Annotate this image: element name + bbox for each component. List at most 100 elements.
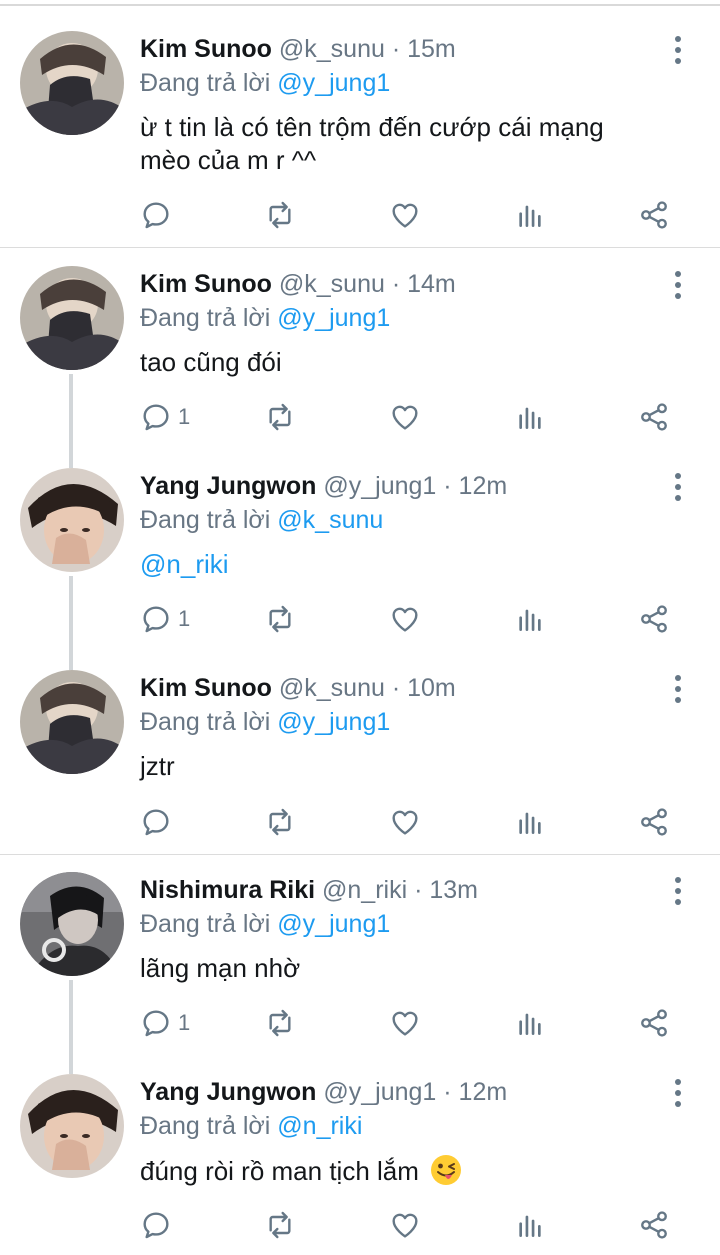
share-icon xyxy=(641,403,667,431)
tweet-divider xyxy=(0,854,720,855)
avatar[interactable] xyxy=(20,1074,124,1178)
tweet[interactable]: Nishimura Riki @n_riki · 13m Đang trả lờ… xyxy=(0,872,720,1052)
replying-to: Đang trả lời @y_jung1 xyxy=(140,906,390,942)
retweet-icon xyxy=(269,605,291,633)
like-button[interactable] xyxy=(389,1205,421,1245)
tweet[interactable]: Kim Sunoo @k_sunu · 14m Đang trả lời @y_… xyxy=(0,266,720,446)
timestamp[interactable]: 12m xyxy=(459,1078,508,1106)
tweet[interactable]: Yang Jungwon @y_jung1 · 12m Đang trả lời… xyxy=(0,468,720,648)
reply-count: 1 xyxy=(178,606,191,631)
retweet-button[interactable] xyxy=(264,599,296,639)
avatar[interactable] xyxy=(20,670,124,774)
reply-count: 1 xyxy=(178,404,191,429)
timestamp[interactable]: 15m xyxy=(407,35,456,63)
timestamp[interactable]: 10m xyxy=(407,674,456,702)
user-handle[interactable]: @y_jung1 xyxy=(323,1078,436,1106)
tweet[interactable]: Kim Sunoo @k_sunu · 15m Đang trả lời @y_… xyxy=(0,31,720,231)
display-name[interactable]: Nishimura Riki xyxy=(140,876,315,904)
retweet-button[interactable] xyxy=(264,1205,296,1245)
display-name[interactable]: Yang Jungwon xyxy=(140,472,316,500)
more-vertical-icon xyxy=(675,877,681,905)
avatar[interactable] xyxy=(20,872,124,976)
timestamp[interactable]: 13m xyxy=(429,876,478,904)
avatar[interactable] xyxy=(20,31,124,135)
display-name[interactable]: Kim Sunoo xyxy=(140,35,272,63)
replying-to-label: Đang trả lời xyxy=(140,69,271,97)
tweet-header: Nishimura Riki @n_riki · 13m xyxy=(140,872,478,908)
retweet-icon xyxy=(269,808,291,836)
share-button[interactable] xyxy=(638,802,670,842)
tweet[interactable]: Kim Sunoo @k_sunu · 10m Đang trả lời @y_… xyxy=(0,670,720,850)
tweet-text: ừ t tin là có tên trộm đến cướp cái mạng… xyxy=(140,111,680,177)
user-handle[interactable]: @k_sunu xyxy=(279,674,385,702)
more-button[interactable] xyxy=(664,470,692,504)
timestamp[interactable]: 14m xyxy=(407,270,456,298)
stats-button[interactable] xyxy=(514,599,546,639)
tweet-text-line: mèo của m r ^^ xyxy=(140,145,317,175)
reply-mention-link[interactable]: @y_jung1 xyxy=(277,304,390,332)
retweet-button[interactable] xyxy=(264,1003,296,1043)
like-button[interactable] xyxy=(389,599,421,639)
stats-button[interactable] xyxy=(514,802,546,842)
reply-mention-link[interactable]: @y_jung1 xyxy=(277,708,390,736)
tweet-mention-link[interactable]: @n_riki xyxy=(140,548,680,581)
more-vertical-icon xyxy=(675,1079,681,1107)
like-button[interactable] xyxy=(389,802,421,842)
tweet-text-line: tao cũng đói xyxy=(140,347,282,377)
more-vertical-icon xyxy=(675,473,681,501)
more-button[interactable] xyxy=(664,268,692,302)
like-button[interactable] xyxy=(389,1003,421,1043)
retweet-icon xyxy=(269,1009,291,1037)
share-button[interactable] xyxy=(638,1205,670,1245)
timestamp[interactable]: 12m xyxy=(459,472,508,500)
reply-mention-link[interactable]: @k_sunu xyxy=(277,506,383,534)
tweet-text: jztr xyxy=(140,750,680,783)
stats-button[interactable] xyxy=(514,1205,546,1245)
avatar[interactable] xyxy=(20,468,124,572)
stats-button[interactable] xyxy=(514,1003,546,1043)
reply-mention-link[interactable]: @y_jung1 xyxy=(277,69,390,97)
share-icon xyxy=(641,808,667,836)
share-button[interactable] xyxy=(638,599,670,639)
heart-icon xyxy=(392,810,418,835)
like-button[interactable] xyxy=(389,397,421,437)
tweet-text: @n_riki xyxy=(140,548,680,581)
retweet-button[interactable] xyxy=(264,397,296,437)
tweet[interactable]: Yang Jungwon @y_jung1 · 12m Đang trả lời… xyxy=(0,1074,720,1255)
reply-icon xyxy=(143,202,169,229)
display-name[interactable]: Kim Sunoo xyxy=(140,270,272,298)
replying-to: Đang trả lời @n_riki xyxy=(140,1108,362,1144)
user-handle[interactable]: @y_jung1 xyxy=(323,472,436,500)
stats-button[interactable] xyxy=(514,195,546,235)
user-handle[interactable]: @n_riki xyxy=(322,876,407,904)
retweet-button[interactable] xyxy=(264,802,296,842)
heart-icon xyxy=(392,405,418,430)
avatar[interactable] xyxy=(20,266,124,370)
share-button[interactable] xyxy=(638,1003,670,1043)
display-name[interactable]: Kim Sunoo xyxy=(140,674,272,702)
reply-button[interactable] xyxy=(140,802,178,842)
more-button[interactable] xyxy=(664,672,692,706)
reply-button[interactable]: 1 xyxy=(140,599,190,639)
more-button[interactable] xyxy=(664,33,692,67)
reply-button[interactable] xyxy=(140,1205,178,1245)
reply-button[interactable]: 1 xyxy=(140,1003,190,1043)
tweet-text-line: jztr xyxy=(140,751,175,781)
user-handle[interactable]: @k_sunu xyxy=(279,270,385,298)
stats-button[interactable] xyxy=(514,397,546,437)
reply-mention-link[interactable]: @n_riki xyxy=(277,1112,362,1140)
tweet-text: tao cũng đói xyxy=(140,346,680,379)
user-handle[interactable]: @k_sunu xyxy=(279,35,385,63)
more-button[interactable] xyxy=(664,1076,692,1110)
like-button[interactable] xyxy=(389,195,421,235)
more-button[interactable] xyxy=(664,874,692,908)
display-name[interactable]: Yang Jungwon xyxy=(140,1078,316,1106)
share-button[interactable] xyxy=(638,195,670,235)
reply-button[interactable] xyxy=(140,195,178,235)
retweet-button[interactable] xyxy=(264,195,296,235)
replying-to-label: Đang trả lời xyxy=(140,304,271,332)
reply-button[interactable]: 1 xyxy=(140,397,190,437)
share-button[interactable] xyxy=(638,397,670,437)
action-bar xyxy=(0,802,720,842)
reply-mention-link[interactable]: @y_jung1 xyxy=(277,910,390,938)
